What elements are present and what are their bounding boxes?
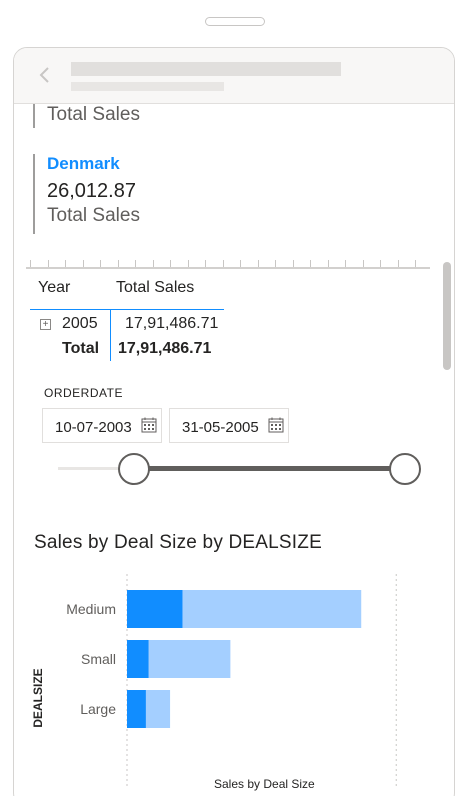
chevron-left-icon[interactable] (36, 66, 54, 84)
ruler-tick (240, 260, 241, 267)
ruler-tick (345, 260, 346, 267)
ruler-tick (415, 260, 416, 267)
card-title: Denmark (47, 154, 120, 173)
ruler-tick (397, 260, 399, 267)
calendar-icon[interactable] (141, 417, 157, 433)
ruler-tick (205, 260, 206, 267)
row-value: 17,91,486.71 (125, 315, 219, 332)
chart-title: Sales by Deal Size by DEALSIZE (34, 532, 322, 553)
ruler-divider (26, 260, 430, 269)
bar-large-highlight (127, 690, 146, 728)
ruler-tick (100, 260, 101, 267)
ruler-tick (82, 260, 84, 267)
category-label: Small (81, 651, 116, 667)
top-bar (14, 48, 454, 104)
row-year: 2005 (62, 315, 98, 332)
category-label: Medium (66, 601, 116, 617)
calendar-icon[interactable] (268, 417, 284, 433)
bar-small-highlight (127, 640, 149, 678)
category-label: Large (80, 701, 116, 717)
start-date-value: 10-07-2003 (55, 419, 132, 436)
ruler-tick (292, 260, 294, 267)
total-value: 17,91,486.71 (118, 340, 212, 357)
ruler-tick (310, 260, 311, 267)
total-label: Total (62, 340, 100, 357)
vertical-scrollbar[interactable] (443, 262, 451, 370)
mobile-report-frame: Total Sales Denmark 26,012.87 Total Sale… (13, 47, 455, 796)
card-value: 26,012.87 (47, 180, 136, 202)
y-axis-label: DEALSIZE (31, 668, 45, 727)
card-label: Total Sales (47, 104, 140, 125)
bar-chart: 0M5MMediumSmallLargeDEALSIZE (31, 574, 397, 788)
header-year[interactable]: Year (38, 279, 70, 297)
subtitle-placeholder (71, 82, 224, 91)
ruler-tick (275, 260, 276, 267)
ruler-tick (327, 260, 329, 267)
ruler-tick (152, 260, 154, 267)
header-total-sales[interactable]: Total Sales (116, 279, 194, 297)
x-axis-label: Sales by Deal Size (214, 777, 315, 791)
ruler-tick (257, 260, 259, 267)
sales-card-denmark: Denmark 26,012.87 Total Sales (33, 154, 140, 234)
column-divider (110, 309, 111, 361)
ruler-tick (135, 260, 136, 267)
ruler-tick (117, 260, 119, 267)
ruler-tick (362, 260, 364, 267)
ruler-tick (47, 260, 49, 267)
card-label: Total Sales (47, 205, 140, 226)
title-placeholder (71, 62, 341, 76)
ruler-tick (187, 260, 189, 267)
ruler-tick (170, 260, 171, 267)
ruler-tick (65, 260, 66, 267)
slicer-title: ORDERDATE (44, 386, 123, 400)
bar-medium-highlight (127, 590, 183, 628)
end-date-input[interactable]: 31-05-2005 (169, 408, 289, 443)
drag-handle[interactable] (205, 17, 265, 26)
start-date-input[interactable]: 10-07-2003 (42, 408, 162, 443)
slider-end-handle[interactable] (389, 453, 421, 485)
header-divider (30, 309, 224, 310)
end-date-value: 31-05-2005 (182, 419, 259, 436)
ruler-tick (222, 260, 224, 267)
sales-card-top: Total Sales (33, 104, 140, 128)
slider-start-handle[interactable] (118, 453, 150, 485)
ruler-tick (380, 260, 381, 267)
expand-icon[interactable]: + (40, 319, 51, 330)
ruler-tick (30, 260, 31, 267)
slider-range-fill (134, 466, 406, 471)
